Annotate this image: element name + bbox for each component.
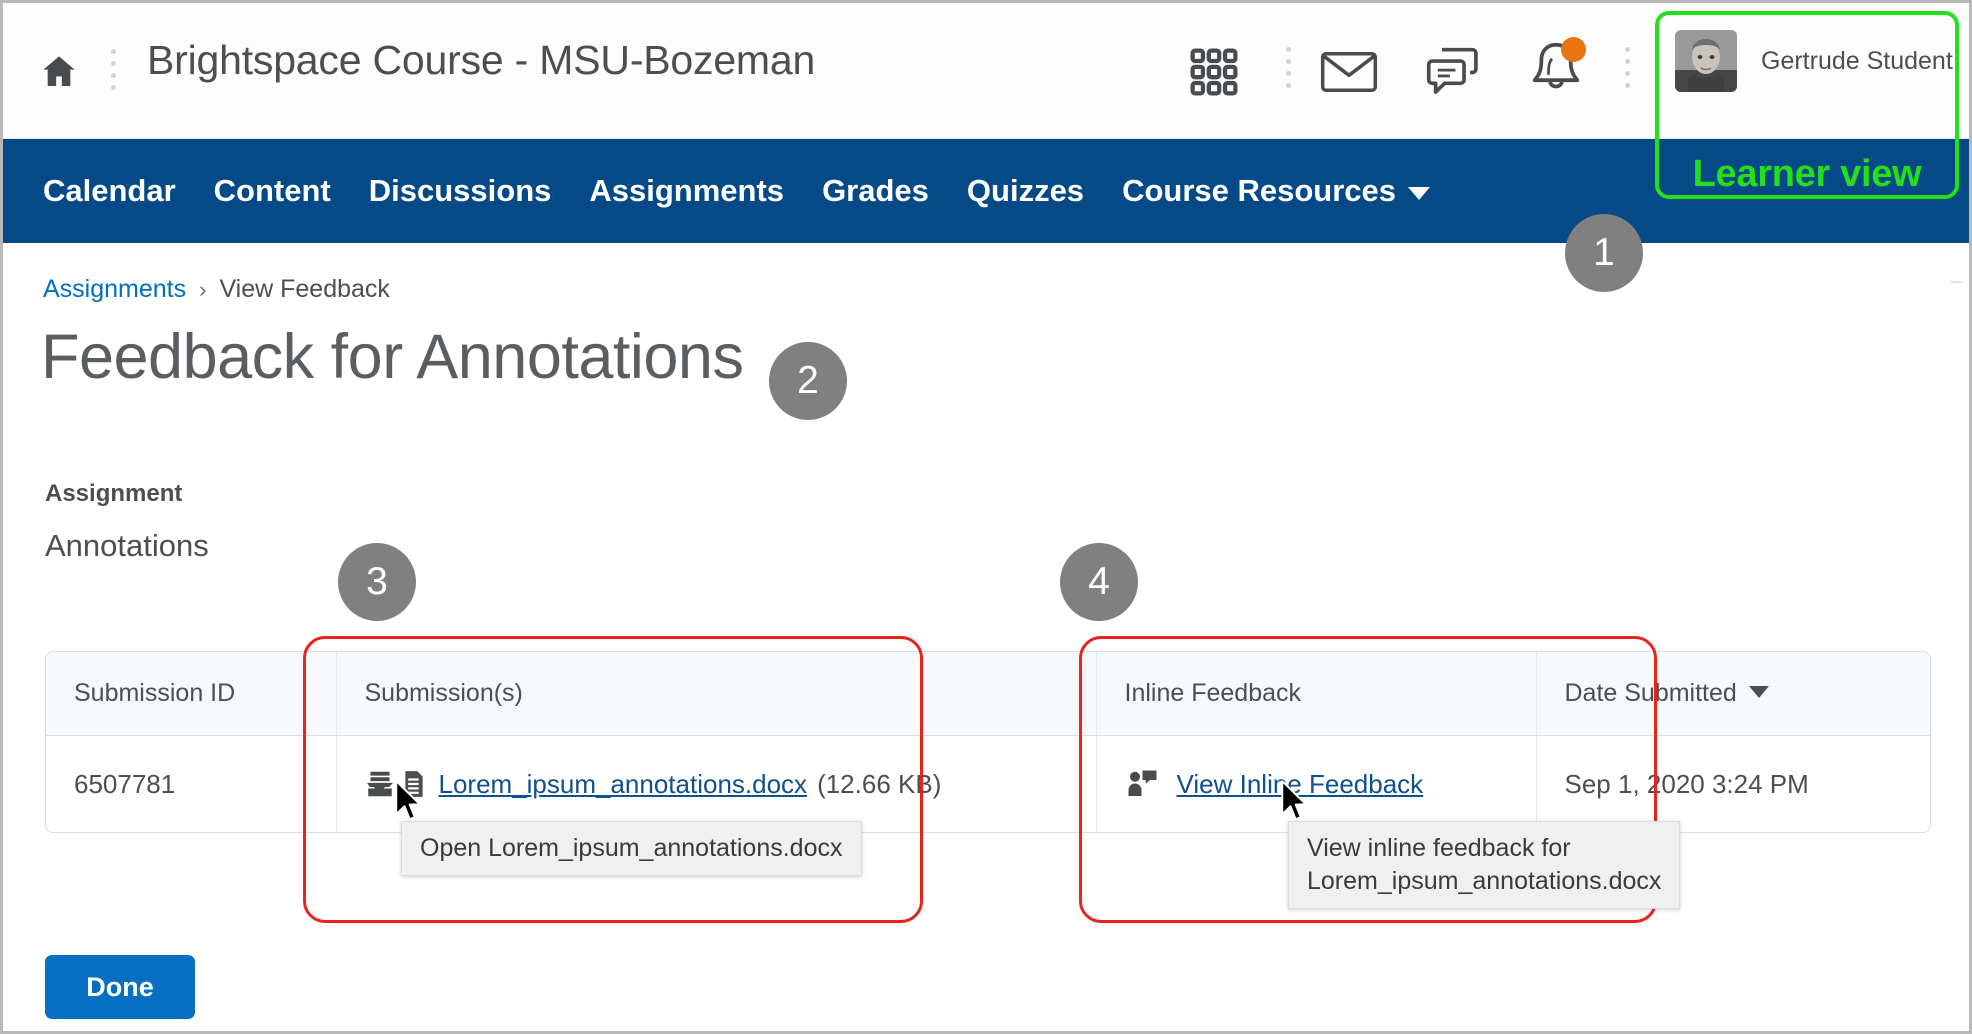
callout-badge-2: 2 (769, 342, 847, 420)
breadcrumb-current: View Feedback (219, 275, 390, 303)
home-icon[interactable] (39, 51, 79, 91)
sort-descending-icon (1748, 686, 1769, 699)
submissions-table: Submission ID Submission(s) Inline Feedb… (45, 651, 1931, 833)
nav-item-quizzes[interactable]: Quizzes (967, 173, 1084, 209)
nav-label: Grades (822, 173, 929, 208)
date-submitted-value: Sep 1, 2020 3:24 PM (1564, 768, 1809, 799)
done-button[interactable]: Done (45, 955, 195, 1019)
nav-item-calendar[interactable]: Calendar (43, 173, 176, 209)
nav-item-discussions[interactable]: Discussions (369, 173, 552, 209)
tooltip-view-inline-feedback: View inline feedback for Lorem_ipsum_ann… (1288, 821, 1681, 909)
nav-item-course-resources[interactable]: Course Resources (1122, 173, 1431, 209)
waffle-menu-icon[interactable] (1187, 45, 1241, 99)
header-separator-dots (111, 49, 116, 90)
nav-item-content[interactable]: Content (214, 173, 331, 209)
cell-date-submitted: Sep 1, 2020 3:24 PM (1536, 736, 1930, 833)
submission-file-link[interactable]: Lorem_ipsum_annotations.docx (439, 769, 808, 800)
nav-label: Calendar (43, 173, 176, 208)
course-title: Brightspace Course - MSU-Bozeman (147, 37, 816, 83)
column-header-label: Submission ID (74, 679, 236, 707)
nav-label: Assignments (589, 173, 785, 208)
breadcrumb-link-assignments[interactable]: Assignments (43, 275, 186, 304)
breadcrumb: Assignments › View Feedback (43, 275, 390, 304)
mouse-cursor (393, 779, 423, 823)
assignment-field-label: Assignment (45, 480, 183, 507)
top-header-bar: Brightspace Course - MSU-Bozeman Gertrud… (3, 3, 1969, 139)
scrollbar-tick (1951, 281, 1963, 283)
user-name: Gertrude Student (1761, 47, 1953, 75)
nav-label: Discussions (368, 173, 552, 208)
column-header-label: Inline Feedback (1124, 679, 1302, 707)
nav-label: Content (213, 173, 331, 208)
nav-items-container: Calendar Content Discussions Assignments… (43, 139, 1431, 243)
submission-file-row: Lorem_ipsum_annotations.docx (12.66 KB) (365, 769, 1096, 800)
mouse-cursor-2 (1279, 779, 1309, 823)
assignment-field-value: Annotations (45, 528, 209, 563)
mail-icon[interactable] (1320, 47, 1378, 97)
header-separator-dots-3 (1625, 47, 1630, 88)
nav-label: Quizzes (966, 173, 1085, 208)
table-row: 6507781 Lorem_ipsum_annotations.docx (12… (46, 735, 1930, 833)
cell-submissions: Lorem_ipsum_annotations.docx (12.66 KB) (336, 735, 1097, 832)
column-header-label: Date Submitted (1564, 679, 1737, 707)
column-header-submission-id[interactable]: Submission ID (46, 652, 337, 736)
callout-badge-3: 3 (338, 543, 416, 621)
annotation-person-comment-icon (1125, 769, 1159, 799)
learner-view-annotation-label: Learner view (1692, 153, 1922, 195)
column-header-submissions[interactable]: Submission(s) (336, 652, 1097, 736)
column-header-inline-feedback[interactable]: Inline Feedback (1096, 652, 1537, 736)
breadcrumb-separator: › (199, 276, 207, 302)
nav-item-assignments[interactable]: Assignments (589, 173, 784, 209)
nav-item-grades[interactable]: Grades (822, 173, 929, 209)
user-menu[interactable]: Gertrude Student (1651, 25, 1953, 95)
cell-inline-feedback: View Inline Feedback (1096, 735, 1537, 832)
inline-feedback-row: View Inline Feedback (1125, 769, 1536, 800)
callout-badge-1: 1 (1565, 214, 1643, 292)
notification-badge-dot (1561, 37, 1586, 62)
column-header-date-submitted[interactable]: Date Submitted (1536, 652, 1930, 736)
nav-label: Course Resources (1122, 173, 1397, 208)
browser-page: Brightspace Course - MSU-Bozeman Gertrud… (0, 0, 1972, 1034)
callout-badge-4: 4 (1060, 543, 1138, 621)
submission-file-size: (12.66 KB) (817, 768, 942, 799)
tooltip-open-file: Open Lorem_ipsum_annotations.docx (401, 821, 862, 876)
table-header-row: Submission ID Submission(s) Inline Feedb… (46, 652, 1930, 736)
inbox-download-icon[interactable] (365, 769, 395, 799)
cell-submission-id: 6507781 (46, 735, 337, 832)
avatar (1675, 30, 1737, 92)
submission-id-value: 6507781 (74, 768, 176, 799)
chevron-down-icon (1408, 186, 1431, 200)
column-header-label: Submission(s) (364, 679, 523, 707)
header-separator-dots-2 (1286, 47, 1291, 88)
chat-icon[interactable] (1424, 43, 1480, 99)
page-title: Feedback for Annotations (41, 322, 744, 392)
